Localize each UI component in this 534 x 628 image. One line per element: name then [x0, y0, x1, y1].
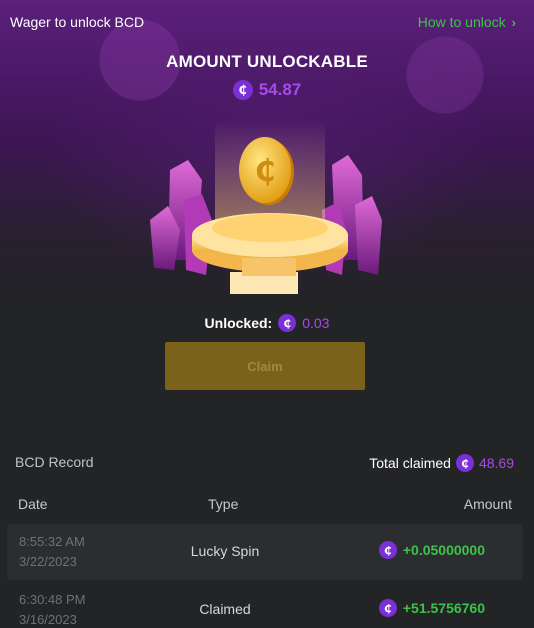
bcd-coin-icon: ₵: [378, 541, 397, 559]
row-time: 6:30:48 PM: [19, 592, 86, 607]
total-claimed-value: 48.69: [478, 455, 514, 471]
chevron-right-icon: ›: [511, 14, 516, 30]
row-datetime: 8:55:32 AM 3/22/2023: [19, 532, 85, 572]
unlocked-value: 0.03: [302, 315, 330, 331]
row-time: 8:55:32 AM: [19, 534, 85, 549]
table-row: 8:55:32 AM 3/22/2023 Lucky Spin ₵ +0.050…: [7, 524, 523, 580]
row-amount-value: +51.5756760: [402, 600, 485, 616]
row-amount: ₵ +51.5756760: [378, 599, 485, 617]
unlocked-label: Unlocked:: [204, 315, 273, 331]
svg-text:₵: ₵: [255, 154, 276, 189]
row-type: Claimed: [199, 601, 251, 617]
column-header-type: Type: [208, 496, 239, 512]
bcd-coin-icon: ₵: [378, 599, 397, 617]
unlocked-info: Unlocked: ₵ 0.03: [0, 314, 534, 332]
page-title: Wager to unlock BCD: [10, 14, 145, 30]
bcd-coin-icon: ₵: [232, 80, 253, 100]
row-date: 3/22/2023: [19, 554, 77, 569]
how-to-unlock-link[interactable]: How to unlock ›: [418, 14, 516, 30]
row-amount-value: +0.05000000: [402, 542, 485, 558]
how-to-unlock-label: How to unlock: [417, 14, 506, 30]
amount-unlockable-value: ₵ 54.87: [0, 80, 534, 100]
row-amount: ₵ +0.05000000: [378, 541, 485, 559]
bcd-coin-icon: ₵: [455, 454, 474, 472]
bcd-record-title: BCD Record: [15, 454, 94, 470]
table-row: 6:30:48 PM 3/16/2023 Claimed ₵ +51.57567…: [7, 582, 523, 628]
total-claimed-label: Total claimed: [369, 455, 451, 471]
column-header-amount: Amount: [463, 496, 512, 512]
column-header-date: Date: [18, 496, 48, 512]
amount-unlockable-title: AMOUNT UNLOCKABLE: [166, 52, 368, 71]
row-date: 3/16/2023: [19, 612, 77, 627]
row-type: Lucky Spin: [190, 543, 260, 559]
total-claimed: Total claimed ₵ 48.69: [369, 454, 514, 472]
claim-button[interactable]: Claim: [165, 342, 365, 390]
row-datetime: 6:30:48 PM 3/16/2023: [19, 590, 86, 628]
bcd-coin-icon: ₵: [278, 314, 297, 332]
amount-value: 54.87: [258, 80, 302, 99]
coin-pedestal-illustration: ₵: [150, 120, 382, 294]
